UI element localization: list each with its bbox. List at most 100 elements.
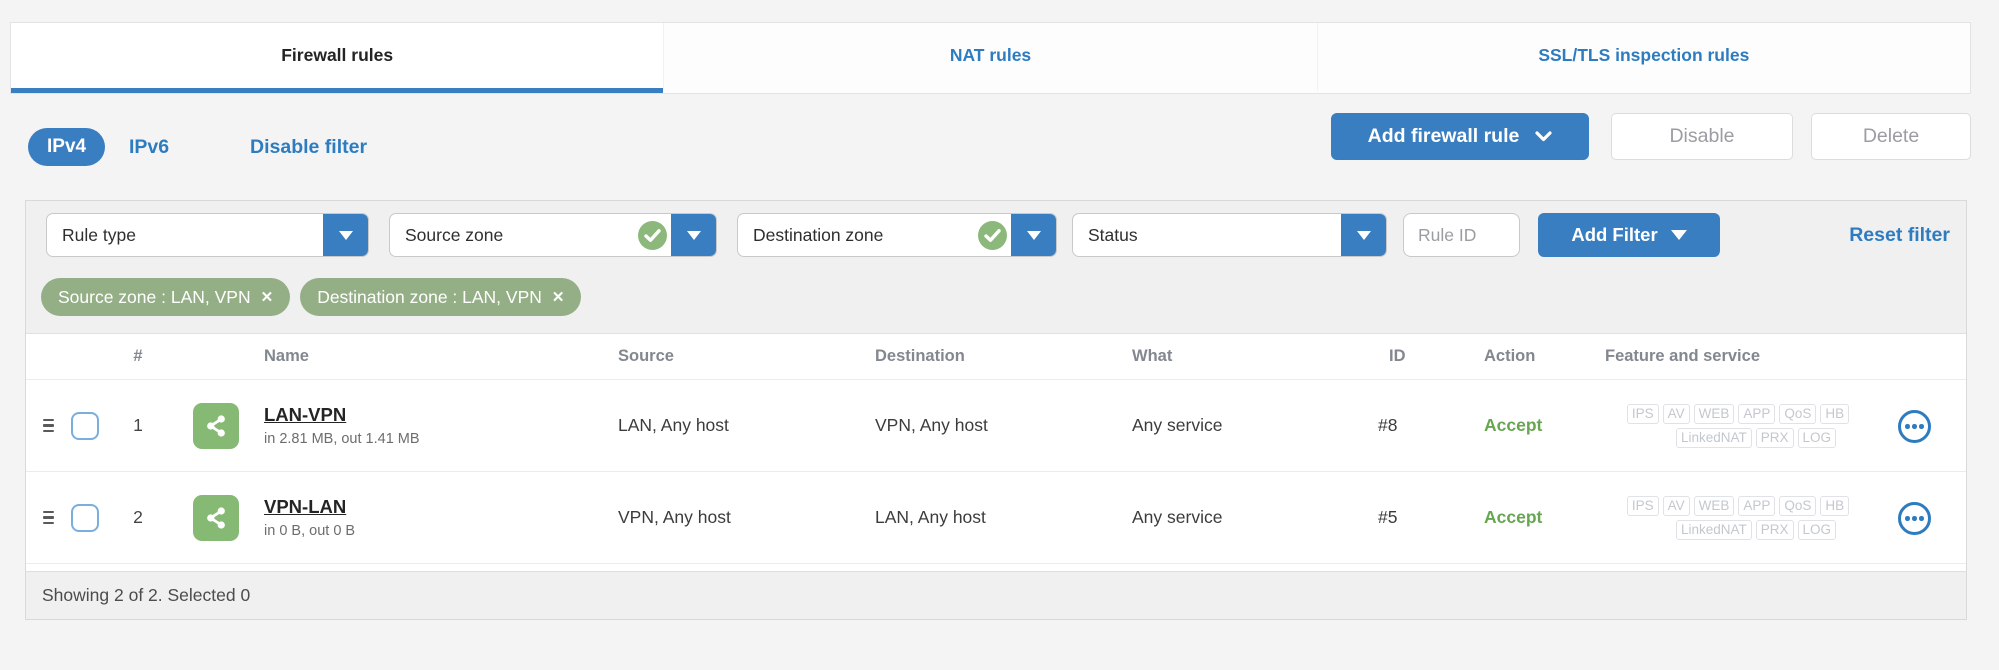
chevron-down-icon [1670,230,1687,240]
add-filter-button[interactable]: Add Filter [1538,213,1720,257]
dropdown-chevron-button[interactable] [671,214,716,256]
feature-badge: AV [1662,495,1690,516]
rule-destination: VPN, Any host [875,415,988,435]
rule-name-block: VPN-LAN in 0 B, out 0 B [264,472,355,563]
chevron-down-icon [1356,230,1371,240]
feature-badge-line-1: IPS AV WEB APP QoS HB [1598,495,1878,516]
rule-name-link[interactable]: VPN-LAN [264,496,355,518]
tab-firewall-rules[interactable]: Firewall rules [11,23,664,93]
table-footer: Showing 2 of 2. Selected 0 [26,571,1966,619]
feature-badge: AV [1662,403,1690,424]
row-checkbox[interactable] [71,504,99,532]
chevron-down-icon [1026,230,1041,240]
feature-badge: IPS [1626,403,1659,424]
column-header-action: Action [1484,347,1536,365]
feature-badge: WEB [1693,495,1735,516]
feature-badge: PRX [1755,519,1794,540]
dropdown-chevron-button[interactable] [1341,214,1386,256]
add-filter-label: Add Filter [1571,224,1658,245]
feature-badge: HB [1820,495,1850,516]
more-options-button[interactable] [1898,502,1931,535]
table-header-row: # Name Source Destination What ID Action… [26,334,1966,380]
chevron-down-icon [338,230,353,240]
rule-traffic-stats: in 2.81 MB, out 1.41 MB [264,431,420,447]
column-header-name: Name [264,347,309,365]
reset-filter-link[interactable]: Reset filter [1849,213,1950,257]
table-row: 1 LAN-VPN in 2.81 MB, out 1.41 MB LAN, A… [26,380,1966,472]
drag-handle[interactable] [43,472,54,563]
feature-badge-line-2: LinkedNAT PRX LOG [1616,427,1896,448]
row-number: 1 [133,415,143,435]
share-network-icon [193,403,239,449]
chevron-down-icon [686,230,701,240]
rule-id: #5 [1378,507,1398,527]
row-checkbox[interactable] [71,412,99,440]
disable-filter-link[interactable]: Disable filter [250,128,367,166]
filter-zone: Rule type Source zone Destination zone S… [26,201,1966,334]
drag-handle[interactable] [43,380,54,471]
chevron-down-icon [1535,131,1552,142]
column-header-number: # [133,347,143,365]
chip-label: Destination zone : LAN, VPN [317,286,542,307]
dropdown-label: Rule type [62,224,136,245]
rule-action-status: Accept [1484,415,1543,435]
tab-nat-rules[interactable]: NAT rules [663,23,1316,93]
tab-label: SSL/TLS inspection rules [1538,45,1750,65]
rule-name-link[interactable]: LAN-VPN [264,404,420,426]
dropdown-label: Source zone [405,224,504,245]
tab-ssl-tls-inspection-rules[interactable]: SSL/TLS inspection rules [1316,23,1970,93]
rule-name-block: LAN-VPN in 2.81 MB, out 1.41 MB [264,380,420,471]
table-row: 2 VPN-LAN in 0 B, out 0 B VPN, Any host … [26,472,1966,564]
rule-id: #8 [1378,415,1398,435]
rule-id-input[interactable] [1403,213,1520,257]
active-filter-chips: Source zone : LAN, VPN ✕ Destination zon… [41,278,582,316]
rule-what: Any service [1132,507,1223,527]
tab-label: NAT rules [949,45,1032,65]
rule-what: Any service [1132,415,1223,435]
filter-chip-destination-zone: Destination zone : LAN, VPN ✕ [300,278,582,316]
remove-chip-icon[interactable]: ✕ [552,290,565,305]
column-header-what: What [1132,347,1173,365]
more-options-button[interactable] [1898,410,1931,443]
status-dropdown[interactable]: Status [1072,213,1387,257]
disable-button[interactable]: Disable [1611,113,1793,160]
rule-type-dropdown[interactable]: Rule type [46,213,369,257]
rule-destination: LAN, Any host [875,507,986,527]
remove-chip-icon[interactable]: ✕ [261,290,274,305]
delete-button[interactable]: Delete [1811,113,1971,160]
feature-badge: LOG [1797,427,1837,448]
source-zone-dropdown[interactable]: Source zone [389,213,717,257]
dropdown-chevron-button[interactable] [1011,214,1056,256]
add-firewall-rule-button[interactable]: Add firewall rule [1331,113,1589,160]
feature-badges: IPS AV WEB APP QoS HB LinkedNAT PRX LOG [1598,380,1878,471]
rule-action-status: Accept [1484,507,1543,527]
feature-badge: WEB [1693,403,1735,424]
feature-badge: APP [1738,495,1776,516]
check-circle-icon [973,220,1011,250]
feature-badge: APP [1738,403,1776,424]
feature-badge: PRX [1755,427,1794,448]
feature-badges: IPS AV WEB APP QoS HB LinkedNAT PRX LOG [1598,472,1878,563]
feature-badge: QoS [1779,495,1817,516]
row-number: 2 [133,507,143,527]
dropdown-chevron-button[interactable] [323,214,368,256]
column-header-feature: Feature and service [1605,347,1760,365]
firewall-rules-panel: Rule type Source zone Destination zone S… [25,200,1967,620]
rule-source: VPN, Any host [618,507,731,527]
column-header-destination: Destination [875,347,965,365]
ipv6-toggle[interactable]: IPv6 [129,128,169,166]
dropdown-label: Status [1088,224,1138,245]
check-circle-icon [633,220,671,250]
column-header-source: Source [618,347,674,365]
rule-source: LAN, Any host [618,415,729,435]
feature-badge-line-2: LinkedNAT PRX LOG [1616,519,1896,540]
tab-label: Firewall rules [281,45,394,65]
destination-zone-dropdown[interactable]: Destination zone [737,213,1057,257]
tab-bar: Firewall rules NAT rules SSL/TLS inspect… [10,22,1971,94]
rule-traffic-stats: in 0 B, out 0 B [264,523,356,539]
ipv4-toggle[interactable]: IPv4 [28,128,106,166]
chip-label: Source zone : LAN, VPN [58,286,251,307]
column-header-id: ID [1389,347,1406,365]
add-firewall-rule-label: Add firewall rule [1367,125,1520,147]
feature-badge: QoS [1779,403,1817,424]
